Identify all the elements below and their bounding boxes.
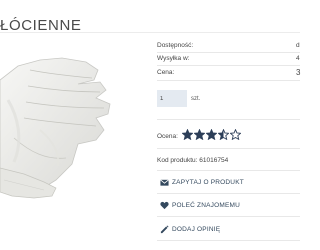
add-review-label: DODAJ OPINIĘ bbox=[172, 226, 221, 233]
divider bbox=[157, 65, 300, 66]
rating-label: Ocena: bbox=[157, 133, 178, 140]
envelope-icon bbox=[160, 178, 169, 187]
price-row: Cena: 3 bbox=[157, 68, 301, 78]
divider bbox=[157, 193, 300, 194]
star-full-icon[interactable] bbox=[194, 129, 205, 140]
star-full-icon[interactable] bbox=[206, 129, 217, 140]
availability-label: Dostępność: bbox=[157, 42, 194, 49]
quantity-input[interactable] bbox=[157, 90, 187, 107]
add-review-button[interactable]: DODAJ OPINIĘ bbox=[157, 220, 300, 239]
ask-about-product-label: ZAPYTAJ O PRODUKT bbox=[172, 179, 244, 186]
rating-stars[interactable] bbox=[182, 129, 241, 141]
star-half-icon[interactable] bbox=[218, 129, 229, 140]
pencil-icon bbox=[160, 225, 169, 234]
price-value: 3 bbox=[296, 68, 301, 77]
divider bbox=[157, 148, 300, 149]
shipping-value: 4 bbox=[296, 55, 300, 62]
divider bbox=[157, 170, 300, 171]
ask-about-product-button[interactable]: ZAPYTAJ O PRODUKT bbox=[157, 173, 300, 192]
divider bbox=[157, 119, 300, 120]
divider bbox=[157, 240, 300, 241]
product-code: Kod produktu: 61016754 bbox=[157, 157, 229, 164]
glove-image bbox=[0, 57, 111, 199]
star-empty-icon[interactable] bbox=[230, 129, 241, 140]
product-image[interactable] bbox=[0, 40, 148, 245]
recommend-to-friend-label: POLEĆ ZNAJOMEMU bbox=[172, 202, 241, 209]
availability-row: Dostępność: d bbox=[157, 42, 300, 51]
divider bbox=[157, 216, 300, 217]
availability-value: d bbox=[296, 42, 300, 49]
star-full-icon[interactable] bbox=[182, 129, 193, 140]
shipping-label: Wysyłka w: bbox=[157, 55, 190, 62]
divider bbox=[157, 52, 300, 53]
title-divider bbox=[0, 32, 300, 33]
price-label: Cena: bbox=[157, 69, 175, 76]
divider bbox=[157, 80, 300, 81]
recommend-to-friend-button[interactable]: POLEĆ ZNAJOMEMU bbox=[157, 196, 300, 215]
quantity-unit: szt. bbox=[191, 96, 201, 102]
shipping-row: Wysyłka w: 4 bbox=[157, 55, 300, 64]
heart-icon bbox=[160, 201, 169, 210]
